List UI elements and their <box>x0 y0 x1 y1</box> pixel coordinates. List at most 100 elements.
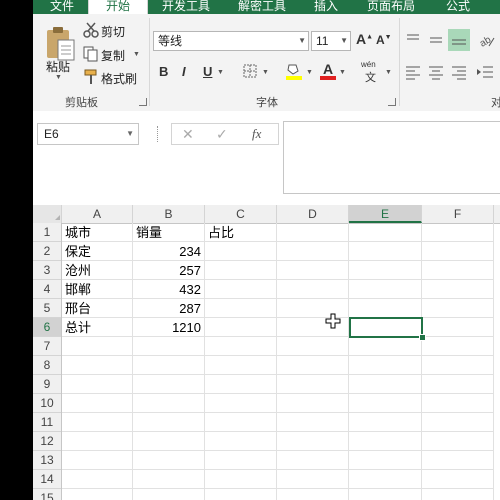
cell-b11[interactable] <box>133 413 205 432</box>
cell-d2[interactable] <box>277 242 349 261</box>
row-header[interactable]: 5 <box>33 299 61 318</box>
row-header[interactable]: 2 <box>33 242 61 261</box>
borders-dropdown-icon[interactable]: ▼ <box>262 69 269 76</box>
cell-b5[interactable]: 287 <box>133 299 205 318</box>
cell-f15[interactable] <box>422 489 494 500</box>
cell-e7[interactable] <box>349 337 422 356</box>
chevron-down-icon[interactable]: ▼ <box>298 32 306 50</box>
cell-f12[interactable] <box>422 432 494 451</box>
underline-dropdown-icon[interactable]: ▼ <box>217 69 224 76</box>
cell-c13[interactable] <box>205 451 277 470</box>
cell-f9[interactable] <box>422 375 494 394</box>
cell-d11[interactable] <box>277 413 349 432</box>
cell-e15[interactable] <box>349 489 422 500</box>
cell-c1[interactable]: 占比 <box>205 223 277 242</box>
cell-b8[interactable] <box>133 356 205 375</box>
cell-b7[interactable] <box>133 337 205 356</box>
cell-b1[interactable]: 销量 <box>133 223 205 242</box>
chevron-down-icon[interactable]: ▼ <box>126 124 134 144</box>
cell-f13[interactable] <box>422 451 494 470</box>
tab-page-layout[interactable]: 页面布局 <box>355 0 427 14</box>
paste-label[interactable]: 粘贴 <box>46 58 70 75</box>
font-color-dropdown-icon[interactable]: ▼ <box>339 69 346 76</box>
align-middle-icon[interactable] <box>428 32 444 48</box>
cell-e12[interactable] <box>349 432 422 451</box>
orientation-icon[interactable]: ab <box>476 30 496 50</box>
cell-b6[interactable]: 1210 <box>133 318 205 337</box>
row-header[interactable]: 13 <box>33 451 61 470</box>
cell-b15[interactable] <box>133 489 205 500</box>
cell-a14[interactable] <box>62 470 133 489</box>
formula-input[interactable] <box>283 121 500 194</box>
column-header-c[interactable]: C <box>205 205 277 223</box>
cell-e8[interactable] <box>349 356 422 375</box>
cell-d15[interactable] <box>277 489 349 500</box>
chevron-down-icon[interactable]: ▼ <box>340 32 348 50</box>
row-header[interactable]: 10 <box>33 394 61 413</box>
cell-e13[interactable] <box>349 451 422 470</box>
font-size-combo[interactable]: 11 ▼ <box>311 31 351 51</box>
cell-c10[interactable] <box>205 394 277 413</box>
cell-a6[interactable]: 总计 <box>62 318 133 337</box>
bold-button[interactable]: B <box>159 64 168 79</box>
phonetic-guide-icon[interactable]: wén 文 <box>361 60 381 84</box>
row-header[interactable]: 9 <box>33 375 61 394</box>
cell-a2[interactable]: 保定 <box>62 242 133 261</box>
cell-f2[interactable] <box>422 242 494 261</box>
format-painter-button[interactable]: 格式刷 <box>101 70 137 87</box>
fill-color-dropdown-icon[interactable]: ▼ <box>306 69 313 76</box>
row-header[interactable]: 7 <box>33 337 61 356</box>
cell-f10[interactable] <box>422 394 494 413</box>
row-header[interactable]: 4 <box>33 280 61 299</box>
cell-a9[interactable] <box>62 375 133 394</box>
font-name-combo[interactable]: 等线 ▼ <box>153 31 309 51</box>
italic-button[interactable]: I <box>182 64 186 79</box>
active-cell-border[interactable] <box>349 317 423 338</box>
cell-d4[interactable] <box>277 280 349 299</box>
format-painter-icon[interactable] <box>83 69 99 85</box>
clipboard-dialog-launcher[interactable] <box>139 98 147 106</box>
scissors-icon[interactable] <box>83 22 99 38</box>
cell-area[interactable]: 城市 保定 沧州 邯郸 邢台 总计 销量 234 257 432 287 1210 占比 <box>62 223 500 500</box>
cell-a8[interactable] <box>62 356 133 375</box>
column-header-b[interactable]: B <box>133 205 205 223</box>
cell-a10[interactable] <box>62 394 133 413</box>
cell-f1[interactable] <box>422 223 494 242</box>
font-dialog-launcher[interactable] <box>388 98 396 106</box>
cell-e10[interactable] <box>349 394 422 413</box>
cell-c12[interactable] <box>205 432 277 451</box>
cell-f3[interactable] <box>422 261 494 280</box>
copy-button[interactable]: 复制 <box>101 47 125 64</box>
fill-handle[interactable] <box>419 334 426 341</box>
cancel-icon[interactable]: ✕ <box>182 126 194 143</box>
row-header[interactable]: 15 <box>33 489 61 500</box>
cell-d1[interactable] <box>277 223 349 242</box>
copy-dropdown-icon[interactable]: ▼ <box>133 51 140 58</box>
cut-button[interactable]: 剪切 <box>101 23 125 40</box>
cell-a15[interactable] <box>62 489 133 500</box>
cell-c5[interactable] <box>205 299 277 318</box>
cell-d10[interactable] <box>277 394 349 413</box>
shrink-font-button[interactable]: A▼ <box>376 33 392 47</box>
indent-icon[interactable] <box>476 64 494 80</box>
cell-c6[interactable] <box>205 318 277 337</box>
cell-b4[interactable]: 432 <box>133 280 205 299</box>
cell-c3[interactable] <box>205 261 277 280</box>
cell-e9[interactable] <box>349 375 422 394</box>
row-header[interactable]: 8 <box>33 356 61 375</box>
cell-d12[interactable] <box>277 432 349 451</box>
cell-d8[interactable] <box>277 356 349 375</box>
insert-function-icon[interactable]: fx <box>252 126 261 142</box>
row-header[interactable]: 1 <box>33 223 61 242</box>
cell-c11[interactable] <box>205 413 277 432</box>
cell-c15[interactable] <box>205 489 277 500</box>
tab-home[interactable]: 开始 <box>88 0 148 14</box>
cell-f8[interactable] <box>422 356 494 375</box>
cell-b10[interactable] <box>133 394 205 413</box>
cell-c4[interactable] <box>205 280 277 299</box>
cell-b9[interactable] <box>133 375 205 394</box>
column-header-d[interactable]: D <box>277 205 349 223</box>
align-bottom-icon[interactable] <box>448 29 470 51</box>
cell-c7[interactable] <box>205 337 277 356</box>
row-header[interactable]: 12 <box>33 432 61 451</box>
